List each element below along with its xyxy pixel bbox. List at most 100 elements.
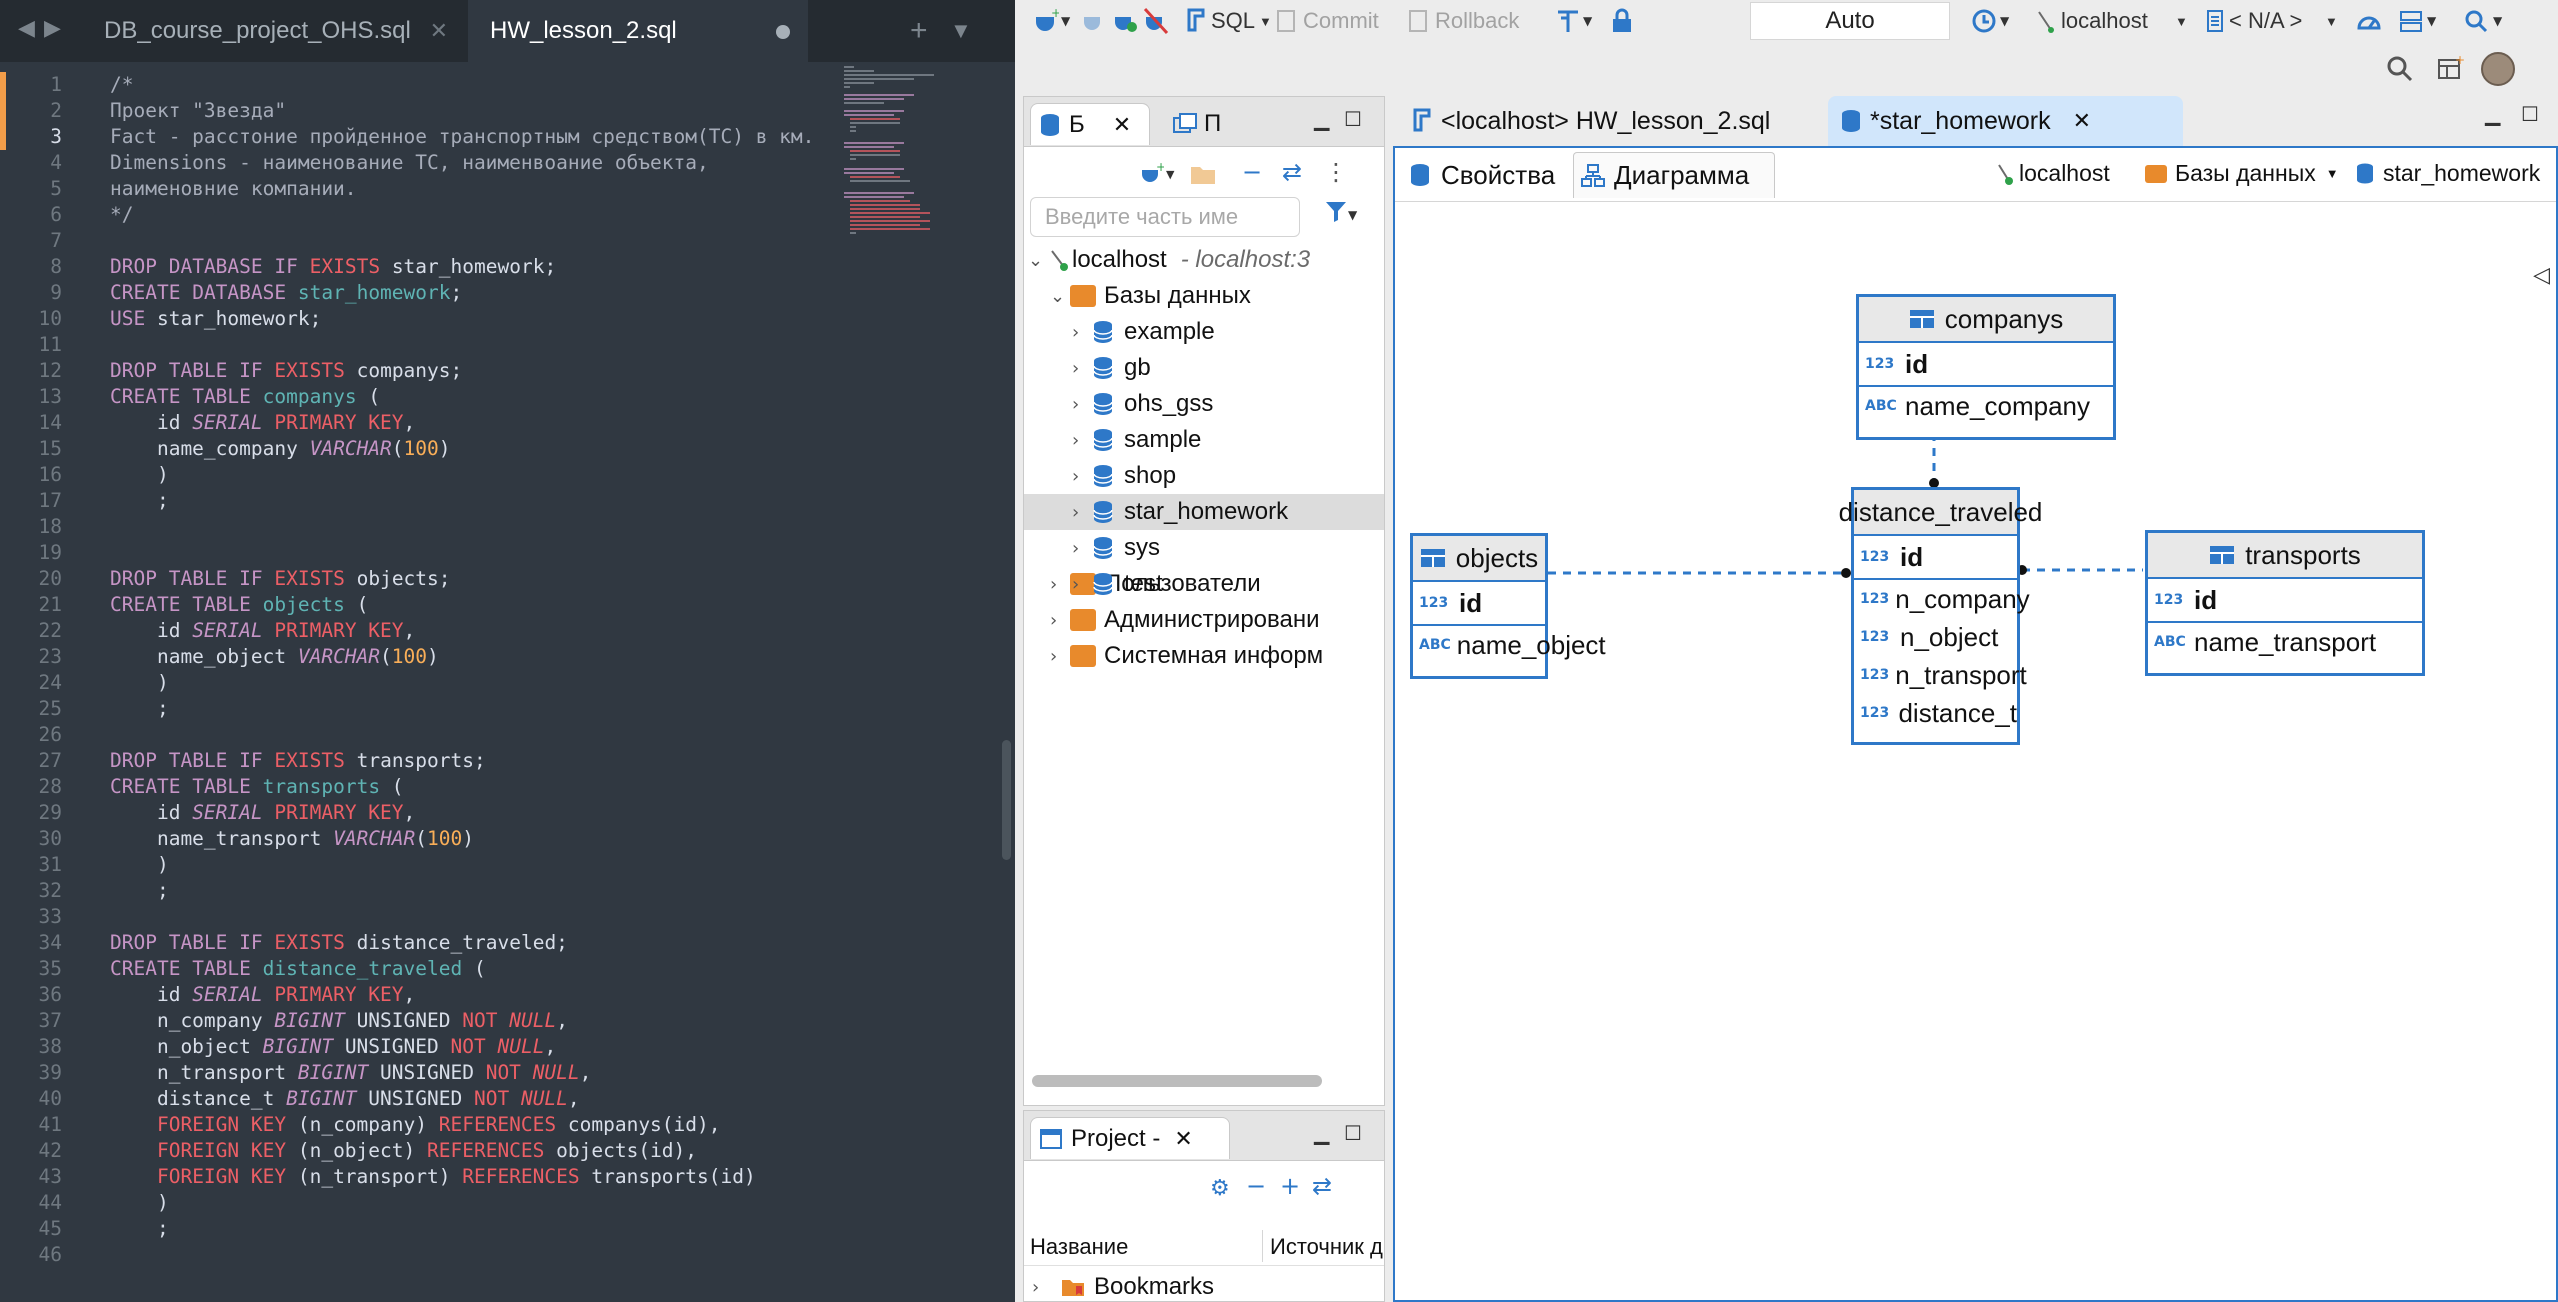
code-line[interactable]: 13 CREATE TABLE companys ( bbox=[0, 384, 840, 410]
er-table-objects[interactable]: objects 123 id ABC name_object bbox=[1410, 533, 1606, 679]
er-column-key[interactable]: 123 id bbox=[1854, 536, 2017, 580]
tree-node-db-shop[interactable]: › shop bbox=[1024, 458, 1384, 494]
sql-editor-icon[interactable] bbox=[1185, 6, 1207, 36]
code-line[interactable]: 36 id SERIAL PRIMARY KEY, bbox=[0, 982, 840, 1008]
auto-commit-field[interactable]: Auto bbox=[1750, 2, 1950, 40]
tools-icon[interactable]: ▼ bbox=[2397, 6, 2436, 36]
code-line[interactable]: 3 Fact - расстоние пройденное транспортны… bbox=[0, 124, 840, 150]
transaction-mode-icon[interactable]: ▼ bbox=[1555, 6, 1592, 36]
er-column-key[interactable]: 123 id bbox=[1413, 582, 1545, 626]
tree-node-databases[interactable]: ⌄ Базы данных bbox=[1050, 278, 1251, 314]
forward-arrow-icon[interactable]: ▶ bbox=[44, 16, 61, 41]
unsaved-dot-icon[interactable] bbox=[776, 25, 790, 39]
breadcrumb-schema[interactable]: star_homework bbox=[2355, 160, 2540, 187]
dbeaver-avatar-icon[interactable] bbox=[2481, 52, 2515, 86]
code-line[interactable]: 23 name_object VARCHAR(100) bbox=[0, 644, 840, 670]
collapse-icon[interactable]: − bbox=[1246, 1171, 1266, 1201]
reconnect-icon[interactable] bbox=[1112, 6, 1138, 36]
er-diagram-canvas[interactable]: ◁ companys 123 id ABC name_company dista… bbox=[1395, 202, 2556, 1302]
er-table-companys[interactable]: companys 123 id ABC name_company bbox=[1856, 294, 2116, 440]
code-line[interactable]: 20 DROP TABLE IF EXISTS objects; bbox=[0, 566, 840, 592]
code-line[interactable]: 24 ) bbox=[0, 670, 840, 696]
chevron-right-icon[interactable]: › bbox=[1072, 466, 1092, 487]
connection-dropdown-icon[interactable]: ▼ bbox=[2175, 14, 2188, 29]
tab-star-homework[interactable]: *star_homework ✕ bbox=[1828, 96, 2183, 146]
filter-icon[interactable]: ▼ bbox=[1324, 199, 1358, 232]
breadcrumb-databases[interactable]: Базы данных ▼ bbox=[2145, 160, 2339, 187]
er-table-distance-traveled[interactable]: distance_traveled 123 id 123 n_company 123… bbox=[1839, 487, 2042, 745]
close-tab-icon[interactable]: ✕ bbox=[2073, 108, 2091, 134]
code-line[interactable]: 34 DROP TABLE IF EXISTS distance_traveled… bbox=[0, 930, 840, 956]
code-line[interactable]: 12 DROP TABLE IF EXISTS companys; bbox=[0, 358, 840, 384]
tab-project[interactable]: Project - ✕ bbox=[1030, 1117, 1230, 1159]
minimap[interactable] bbox=[840, 62, 1000, 252]
navigator-search-input[interactable]: Введите часть име bbox=[1030, 197, 1300, 237]
code-line[interactable]: 9 CREATE DATABASE star_homework; bbox=[0, 280, 840, 306]
code-line[interactable]: 40 distance_t BIGINT UNSIGNED NOT NULL, bbox=[0, 1086, 840, 1112]
back-arrow-icon[interactable]: ◀ bbox=[18, 16, 35, 41]
sql-button[interactable]: SQL bbox=[1211, 8, 1255, 34]
code-line[interactable]: 43 FOREIGN KEY (n_transport) REFERENCES … bbox=[0, 1164, 840, 1190]
er-column[interactable]: ABC name_company bbox=[1859, 387, 2113, 425]
code-line[interactable]: 7 bbox=[0, 228, 840, 254]
minimize-icon[interactable]: ▁ bbox=[1314, 107, 1329, 132]
commit-button[interactable]: Commit bbox=[1303, 8, 1379, 34]
code-line[interactable]: 37 n_company BIGINT UNSIGNED NOT NULL, bbox=[0, 1008, 840, 1034]
disconnect-icon[interactable] bbox=[1143, 6, 1169, 36]
rollback-icon[interactable] bbox=[1407, 6, 1429, 36]
col-name-header[interactable]: Название bbox=[1030, 1234, 1128, 1260]
er-table-header[interactable]: companys bbox=[1859, 297, 2113, 343]
tree-node-db-sys[interactable]: › sys bbox=[1024, 530, 1384, 566]
link-editor-icon[interactable]: ⇄ bbox=[1282, 157, 1302, 187]
code-line[interactable]: 29 id SERIAL PRIMARY KEY, bbox=[0, 800, 840, 826]
er-column-key[interactable]: 123 id bbox=[2148, 579, 2422, 623]
minimize-icon[interactable]: ▁ bbox=[2485, 102, 2500, 127]
tab-db-course-project[interactable]: DB_course_project_OHS.sql ✕ bbox=[78, 0, 466, 62]
chevron-right-icon[interactable]: › bbox=[1032, 1277, 1052, 1298]
code-line[interactable]: 19 bbox=[0, 540, 840, 566]
code-line[interactable]: 15 name_company VARCHAR(100) bbox=[0, 436, 840, 462]
code-line[interactable]: 44 ) bbox=[0, 1190, 840, 1216]
code-line[interactable]: 14 id SERIAL PRIMARY KEY, bbox=[0, 410, 840, 436]
editor-scrollbar-thumb[interactable] bbox=[1002, 740, 1011, 860]
er-column[interactable]: 123 n_object bbox=[1854, 618, 2017, 656]
col-source-header[interactable]: Источник д bbox=[1270, 1234, 1383, 1260]
perspective-icon[interactable]: + bbox=[2435, 54, 2465, 84]
new-connection-icon[interactable]: + ▼ bbox=[1138, 159, 1174, 189]
chevron-right-icon[interactable]: › bbox=[1072, 394, 1092, 415]
schema-dropdown-icon[interactable]: ▼ bbox=[2325, 14, 2338, 29]
collapse-all-icon[interactable]: − bbox=[1242, 157, 1262, 187]
code-line[interactable]: 4 Dimensions - наименование ТС, наименвоа… bbox=[0, 150, 840, 176]
tree-node-db-sample[interactable]: › sample bbox=[1024, 422, 1384, 458]
active-connection[interactable]: localhost bbox=[2061, 8, 2148, 34]
code-line[interactable]: 17 ; bbox=[0, 488, 840, 514]
code-line[interactable]: 10 USE star_homework; bbox=[0, 306, 840, 332]
chevron-right-icon[interactable]: › bbox=[1072, 430, 1092, 451]
rollback-button[interactable]: Rollback bbox=[1435, 8, 1519, 34]
new-tab-icon[interactable]: + bbox=[910, 14, 928, 48]
navigator-horizontal-scrollbar[interactable] bbox=[1032, 1075, 1322, 1087]
code-line[interactable]: 26 bbox=[0, 722, 840, 748]
chevron-down-icon[interactable]: ⌄ bbox=[1050, 286, 1070, 307]
maximize-icon[interactable]: ☐ bbox=[1344, 107, 1362, 132]
code-line[interactable]: 33 bbox=[0, 904, 840, 930]
column-divider[interactable] bbox=[1262, 1230, 1263, 1262]
code-line[interactable]: 45 ; bbox=[0, 1216, 840, 1242]
new-connection-icon[interactable]: + ▼ bbox=[1031, 6, 1070, 36]
tab-menu-icon[interactable]: ▼ bbox=[950, 18, 972, 44]
lock-icon[interactable] bbox=[1610, 6, 1634, 36]
er-column[interactable]: 123 n_company bbox=[1854, 580, 2030, 618]
er-table-header[interactable]: transports bbox=[2148, 533, 2422, 579]
code-line[interactable]: 22 id SERIAL PRIMARY KEY, bbox=[0, 618, 840, 644]
er-column[interactable]: ABC name_transport bbox=[2148, 623, 2422, 661]
sql-dropdown-icon[interactable]: ▼ bbox=[1259, 14, 1272, 29]
link-icon[interactable]: ⇄ bbox=[1312, 1171, 1332, 1201]
code-line[interactable]: 11 bbox=[0, 332, 840, 358]
code-line[interactable]: 32 ; bbox=[0, 878, 840, 904]
code-line[interactable]: 21 CREATE TABLE objects ( bbox=[0, 592, 840, 618]
code-line[interactable]: 38 n_object BIGINT UNSIGNED NOT NULL, bbox=[0, 1034, 840, 1060]
tree-node-db-ohs-gss[interactable]: › ohs_gss bbox=[1024, 386, 1384, 422]
tree-node-db-example[interactable]: › example bbox=[1024, 314, 1384, 350]
chevron-right-icon[interactable]: › bbox=[1072, 322, 1092, 343]
code-line[interactable]: 30 name_transport VARCHAR(100) bbox=[0, 826, 840, 852]
